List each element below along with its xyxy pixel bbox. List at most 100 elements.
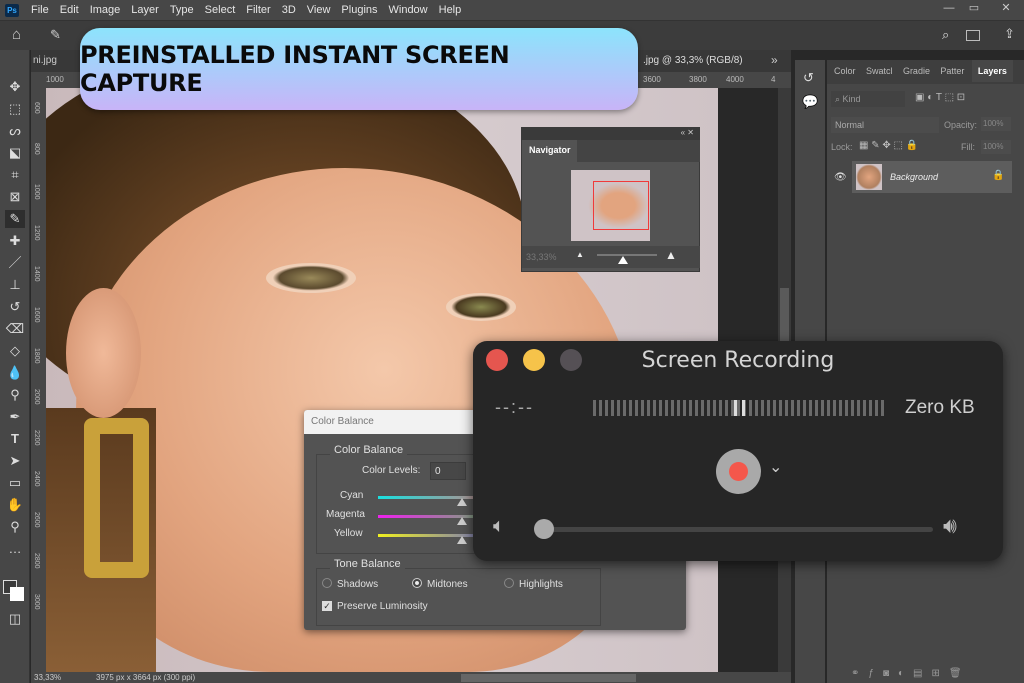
volume-slider-thumb[interactable] — [534, 519, 554, 539]
menu-3d[interactable]: 3D — [282, 4, 296, 16]
zoom-tool-icon[interactable]: ⚲ — [5, 518, 25, 536]
rectangle-tool-icon[interactable]: ▭ — [5, 474, 25, 492]
color-levels-input[interactable]: 0 — [430, 462, 466, 480]
menu-layer[interactable]: Layer — [131, 4, 159, 16]
layer-actions-icons[interactable]: ⚭ƒ◙◐▤⊞🗑 — [851, 668, 971, 679]
quick-mask-icon[interactable]: ◫ — [5, 610, 25, 628]
visibility-eye-icon[interactable]: 👁 — [834, 172, 847, 183]
menu-edit[interactable]: Edit — [60, 4, 79, 16]
menu-view[interactable]: View — [307, 4, 331, 16]
dodge-tool-icon[interactable]: ⚲ — [5, 386, 25, 404]
type-tool-icon[interactable]: T — [5, 430, 25, 448]
navigator-view-box[interactable] — [593, 181, 649, 230]
ruler-label: 1200 — [33, 225, 40, 241]
zoom-out-icon[interactable]: ▲ — [576, 250, 584, 259]
history-brush-icon[interactable]: ↺ — [5, 298, 25, 316]
tab-layers[interactable]: Layers — [971, 60, 1013, 82]
magenta-slider-thumb[interactable] — [457, 517, 467, 525]
volume-low-icon: 🔈︎ — [493, 515, 505, 537]
layer-filter-select[interactable]: ⌕ Kind — [831, 91, 905, 107]
yellow-slider-thumb[interactable] — [457, 536, 467, 544]
menu-filter[interactable]: Filter — [246, 4, 270, 16]
menu-type[interactable]: Type — [170, 4, 194, 16]
color-levels-label: Color Levels: — [362, 465, 421, 476]
eyedropper-icon[interactable]: ✎ — [50, 27, 61, 43]
frame-tool-icon[interactable]: ⊠ — [5, 188, 25, 206]
menu-select[interactable]: Select — [205, 4, 236, 16]
move-tool-icon[interactable]: ✥ — [5, 78, 25, 96]
volume-slider[interactable] — [541, 527, 933, 532]
lasso-tool-icon[interactable]: ᔕ — [5, 122, 25, 140]
zoom-level[interactable]: 33,33% — [34, 673, 61, 682]
close-button[interactable]: ✕ — [995, 0, 1017, 16]
object-select-tool-icon[interactable]: ⬕ — [5, 144, 25, 162]
eyedropper-tool-icon[interactable]: ✎ — [5, 210, 25, 228]
zoom-in-icon[interactable]: ▲ — [665, 248, 677, 262]
share-icon[interactable]: ⇪ — [1004, 26, 1015, 42]
ruler-label: 3000 — [33, 594, 40, 610]
document-tab-1[interactable]: ni.jpg — [33, 55, 57, 66]
menu-file[interactable]: File — [31, 4, 49, 16]
path-select-icon[interactable]: ➤ — [5, 452, 25, 470]
search-icon[interactable]: ⌕ — [942, 27, 949, 43]
tab-patterns[interactable]: Patter — [937, 60, 967, 82]
stamp-tool-icon[interactable]: ⊥ — [5, 276, 25, 294]
eraser-tool-icon[interactable]: ⌫ — [5, 320, 25, 338]
ruler-label: 3600 — [643, 75, 661, 84]
radio-midtones[interactable]: Midtones — [412, 578, 468, 590]
cyan-label: Cyan — [340, 490, 364, 501]
background-color-swatch[interactable] — [10, 587, 24, 601]
maximize-button[interactable]: ▭ — [963, 0, 985, 16]
navigator-zoom[interactable]: 33,33% — [526, 252, 557, 262]
menu-help[interactable]: Help — [439, 4, 462, 16]
comments-icon[interactable]: 💬 — [802, 94, 818, 110]
fill-input[interactable]: 100% — [981, 140, 1011, 154]
tab-color[interactable]: Color — [831, 60, 859, 82]
filter-kind: Kind — [842, 94, 861, 104]
options-chevron-down-icon[interactable]: ⌄ — [769, 457, 782, 477]
menu-image[interactable]: Image — [90, 4, 121, 16]
ruler-label: 1000 — [46, 75, 64, 84]
status-bar: 33,33% 3975 px x 3664 px (300 ppi) — [31, 672, 791, 683]
brush-tool-icon[interactable]: ／ — [5, 254, 25, 272]
record-button[interactable] — [716, 449, 761, 494]
healing-brush-icon[interactable]: ✚ — [5, 232, 25, 250]
radio-shadows[interactable]: Shadows — [322, 578, 378, 590]
tab-gradients[interactable]: Gradie — [900, 60, 933, 82]
layer-filter-icons[interactable]: ▣ ◐ T ⬚ ⊡ — [915, 92, 965, 103]
document-tab-active[interactable]: .jpg @ 33,3% (RGB/8) — [643, 55, 743, 66]
history-icon[interactable]: ↺ — [803, 70, 814, 86]
opacity-input[interactable]: 100% — [981, 117, 1011, 131]
radio-highlights[interactable]: Highlights — [504, 578, 563, 590]
marquee-tool-icon[interactable]: ⬚ — [5, 100, 25, 118]
tab-swatches[interactable]: Swatcl — [863, 60, 896, 82]
volume-high-icon: 🔊︎ — [943, 513, 957, 538]
elapsed-time: --:-- — [495, 397, 534, 417]
blur-tool-icon[interactable]: 💧 — [5, 364, 25, 382]
layer-row-background[interactable]: Background 🔒 — [852, 161, 1012, 193]
paint-bucket-icon[interactable]: ◇ — [5, 342, 25, 360]
navigator-tab[interactable]: Navigator — [522, 140, 577, 162]
more-tools-icon[interactable]: … — [5, 540, 25, 558]
layer-name[interactable]: Background — [890, 172, 938, 182]
lock-icons[interactable]: ▦ ✎ ✥ ⬚ 🔒 — [859, 140, 918, 151]
cyan-slider-thumb[interactable] — [457, 498, 467, 506]
home-icon[interactable]: ⌂ — [12, 26, 21, 43]
tabs-overflow-icon[interactable]: » — [771, 53, 778, 67]
navigator-zoom-thumb[interactable] — [618, 256, 628, 264]
navigator-close-icon[interactable]: « ✕ — [522, 128, 699, 140]
crop-tool-icon[interactable]: ⌗ — [5, 166, 25, 184]
navigator-preview[interactable] — [571, 170, 650, 241]
hand-tool-icon[interactable]: ✋ — [5, 496, 25, 514]
minimize-button[interactable]: — — [938, 0, 960, 16]
workspace-icon[interactable] — [966, 30, 980, 41]
menu-plugins[interactable]: Plugins — [341, 4, 377, 16]
preserve-luminosity-checkbox[interactable]: ✓ Preserve Luminosity — [322, 601, 428, 612]
group-label: Tone Balance — [330, 558, 405, 570]
record-icon — [729, 462, 748, 481]
horizontal-scrollbar[interactable] — [461, 674, 636, 682]
pen-tool-icon[interactable]: ✒ — [5, 408, 25, 426]
blend-mode-select[interactable]: Normal — [831, 117, 939, 133]
ruler-label: 800 — [33, 143, 40, 155]
menu-window[interactable]: Window — [389, 4, 428, 16]
